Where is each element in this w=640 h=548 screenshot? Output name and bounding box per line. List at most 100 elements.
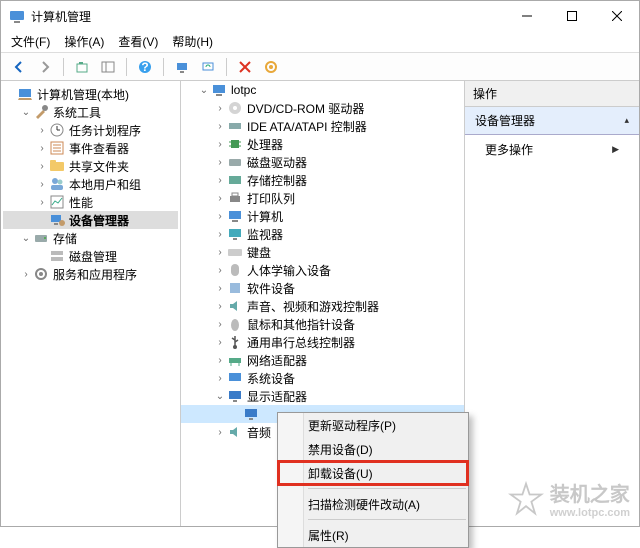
up-button[interactable] [70, 56, 94, 78]
back-button[interactable] [7, 56, 31, 78]
twisty-icon[interactable]: › [213, 247, 227, 258]
twisty-icon[interactable]: › [213, 373, 227, 384]
twisty-icon[interactable]: ⌄ [19, 233, 33, 244]
twisty-icon[interactable]: › [213, 355, 227, 366]
twisty-icon[interactable]: › [213, 121, 227, 132]
cm-uninstall-device[interactable]: 卸载设备(U) [278, 461, 468, 485]
close-button[interactable] [594, 1, 639, 31]
node-software[interactable]: 软件设备 [247, 280, 295, 297]
node-display-child[interactable] [263, 407, 266, 421]
refresh-button[interactable] [196, 56, 220, 78]
node-pc[interactable]: lotpc [231, 83, 256, 97]
app-icon [9, 8, 25, 24]
separator [308, 488, 466, 489]
node-tasksched[interactable]: 任务计划程序 [69, 122, 141, 139]
node-diskmgmt[interactable]: 磁盘管理 [69, 248, 117, 265]
twisty-icon[interactable]: › [213, 229, 227, 240]
node-keyboard[interactable]: 键盘 [247, 244, 271, 261]
twisty-icon[interactable]: › [213, 265, 227, 276]
node-display[interactable]: 显示适配器 [247, 388, 307, 405]
maximize-button[interactable] [549, 1, 594, 31]
menu-action[interactable]: 操作(A) [64, 33, 104, 50]
node-system[interactable]: 系统设备 [247, 370, 295, 387]
twisty-icon[interactable]: › [213, 301, 227, 312]
cm-update-driver[interactable]: 更新驱动程序(P) [278, 413, 468, 437]
monitor-icon [227, 226, 243, 242]
node-cpu[interactable]: 处理器 [247, 136, 283, 153]
actions-more-label: 更多操作 [485, 141, 533, 158]
node-eventviewer[interactable]: 事件查看器 [69, 140, 129, 157]
actions-section[interactable]: 设备管理器 ▴ [465, 107, 639, 135]
show-hide-button[interactable] [96, 56, 120, 78]
performance-icon [49, 194, 65, 210]
node-diskdrives[interactable]: 磁盘驱动器 [247, 154, 307, 171]
twisty-icon[interactable]: › [19, 269, 33, 280]
menu-file[interactable]: 文件(F) [11, 33, 50, 50]
context-menu: 更新驱动程序(P) 禁用设备(D) 卸载设备(U) 扫描检测硬件改动(A) 属性… [277, 412, 469, 548]
properties-button[interactable] [259, 56, 283, 78]
twisty-icon[interactable]: ⌄ [213, 391, 227, 402]
twisty-icon[interactable]: › [213, 283, 227, 294]
twisty-icon[interactable]: › [35, 125, 49, 136]
twisty-icon[interactable]: › [213, 139, 227, 150]
twisty-icon[interactable]: ⌄ [197, 85, 211, 96]
twisty-icon[interactable]: › [213, 157, 227, 168]
node-localusers[interactable]: 本地用户和组 [69, 176, 141, 193]
twisty-icon[interactable]: › [213, 319, 227, 330]
ide-icon [227, 118, 243, 134]
twisty-icon[interactable]: › [213, 103, 227, 114]
node-storage[interactable]: 存储 [53, 230, 77, 247]
left-tree[interactable]: ▸计算机管理(本地) ⌄系统工具 ›任务计划程序 ›事件查看器 ›共享文件夹 ›… [1, 81, 181, 526]
node-devmgr[interactable]: 设备管理器 [69, 212, 129, 229]
node-storagectrl[interactable]: 存储控制器 [247, 172, 307, 189]
node-dvd[interactable]: DVD/CD-ROM 驱动器 [247, 100, 364, 117]
twisty-icon[interactable]: › [213, 337, 227, 348]
node-services[interactable]: 服务和应用程序 [53, 266, 137, 283]
node-perf[interactable]: 性能 [69, 194, 93, 211]
keyboard-icon [227, 244, 243, 260]
node-computer[interactable]: 计算机 [247, 208, 283, 225]
twisty-icon[interactable]: › [213, 193, 227, 204]
twisty-icon[interactable]: › [213, 175, 227, 186]
node-network[interactable]: 网络适配器 [247, 352, 307, 369]
menu-view[interactable]: 查看(V) [118, 33, 158, 50]
display-icon [227, 388, 243, 404]
node-monitor[interactable]: 监视器 [247, 226, 283, 243]
node-ide[interactable]: IDE ATA/ATAPI 控制器 [247, 118, 367, 135]
chevron-right-icon: ▶ [612, 144, 619, 155]
twisty-icon[interactable]: › [35, 143, 49, 154]
computer-icon-button[interactable] [170, 56, 194, 78]
node-root[interactable]: 计算机管理(本地) [37, 86, 129, 103]
cm-scan-hardware[interactable]: 扫描检测硬件改动(A) [278, 492, 468, 516]
node-sound[interactable]: 声音、视频和游戏控制器 [247, 298, 379, 315]
system-icon [227, 370, 243, 386]
actions-title: 操作 [465, 81, 639, 107]
window-title: 计算机管理 [31, 8, 504, 25]
node-hid[interactable]: 人体学输入设备 [247, 262, 331, 279]
delete-button[interactable] [233, 56, 257, 78]
help-button[interactable]: ? [133, 56, 157, 78]
hid-icon [227, 262, 243, 278]
services-icon [33, 266, 49, 282]
twisty-icon[interactable]: › [213, 211, 227, 222]
twisty-icon[interactable]: › [35, 197, 49, 208]
twisty-icon[interactable]: ⌄ [19, 107, 33, 118]
node-systools[interactable]: 系统工具 [53, 104, 101, 121]
node-mouse[interactable]: 鼠标和其他指针设备 [247, 316, 355, 333]
node-audio[interactable]: 音频 [247, 424, 271, 441]
twisty-icon[interactable]: › [35, 161, 49, 172]
twisty-icon[interactable]: › [213, 427, 227, 438]
actions-section-label: 设备管理器 [475, 112, 535, 129]
node-print[interactable]: 打印队列 [247, 190, 295, 207]
minimize-button[interactable] [504, 1, 549, 31]
cm-disable-device[interactable]: 禁用设备(D) [278, 437, 468, 461]
menu-help[interactable]: 帮助(H) [172, 33, 213, 50]
forward-button[interactable] [33, 56, 57, 78]
window-buttons [504, 1, 639, 31]
node-shared[interactable]: 共享文件夹 [69, 158, 129, 175]
twisty-icon[interactable]: › [35, 179, 49, 190]
actions-more[interactable]: 更多操作 ▶ [465, 135, 639, 164]
menubar: 文件(F) 操作(A) 查看(V) 帮助(H) [1, 31, 639, 53]
tools-icon [33, 104, 49, 120]
node-usb[interactable]: 通用串行总线控制器 [247, 334, 355, 351]
